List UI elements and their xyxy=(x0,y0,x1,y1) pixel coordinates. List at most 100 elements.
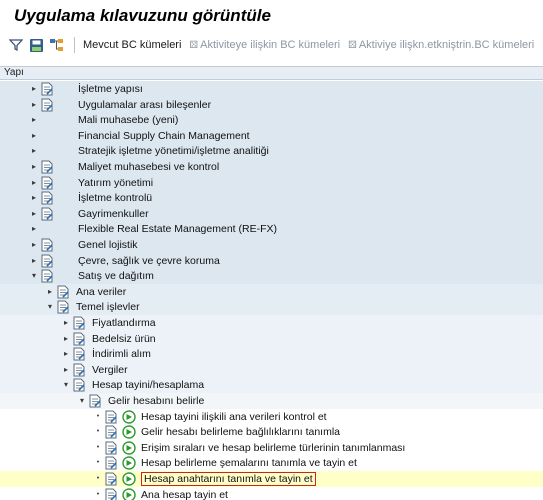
execute-activity-icon[interactable] xyxy=(122,441,136,455)
collapse-arrow-icon[interactable]: ▾ xyxy=(62,379,70,390)
collapse-arrow-icon[interactable]: ▾ xyxy=(30,270,38,281)
tree-row[interactable]: ▸ Gayrimenkuller xyxy=(0,205,543,222)
tree-row[interactable]: ▸ Genel lojistik xyxy=(0,237,543,253)
expand-arrow-icon[interactable]: ▸ xyxy=(30,130,38,141)
documentation-icon[interactable] xyxy=(88,394,102,408)
tree-row[interactable]: ▸ Uygulamalar arası bileşenler xyxy=(0,96,543,113)
expand-arrow-icon[interactable]: ▸ xyxy=(30,114,38,125)
tree-node-label[interactable]: Fiyatlandırma xyxy=(92,316,156,330)
tree-node-label[interactable]: Satış ve dağıtım xyxy=(78,269,154,283)
expand-arrow-icon[interactable]: ▸ xyxy=(30,239,38,250)
documentation-icon[interactable] xyxy=(40,238,54,252)
tree-row[interactable]: ▸ Ana veriler xyxy=(0,283,543,300)
documentation-icon[interactable] xyxy=(40,98,54,112)
tree-node-label[interactable]: Vergiler xyxy=(92,363,128,377)
tree-row[interactable]: • Hesap anahtarını tanımla ve tayin et xyxy=(0,471,543,487)
documentation-icon[interactable] xyxy=(56,285,70,299)
expand-arrow-icon[interactable]: ▸ xyxy=(30,255,38,266)
tree-node-label[interactable]: Hesap tayini ilişkili ana verileri kontr… xyxy=(141,410,327,424)
execute-activity-icon[interactable] xyxy=(122,472,136,486)
tree-node-label[interactable]: Financial Supply Chain Management xyxy=(78,129,250,143)
documentation-icon[interactable] xyxy=(40,269,54,283)
execute-activity-icon[interactable] xyxy=(122,425,136,439)
tree-row[interactable]: ▾ Temel işlevler xyxy=(0,299,543,315)
tree-row[interactable]: ▾ Hesap tayini/hesaplama xyxy=(0,377,543,393)
tree-node-label[interactable]: İşletme yapısı xyxy=(78,82,143,96)
execute-activity-icon[interactable] xyxy=(122,487,136,500)
tree-node-label[interactable]: Erişim sıraları ve hesap belirleme türle… xyxy=(141,441,405,455)
collapse-arrow-icon[interactable]: ▾ xyxy=(46,301,54,312)
expand-arrow-icon[interactable]: ▸ xyxy=(30,145,38,156)
documentation-icon[interactable] xyxy=(40,207,54,221)
tree-row[interactable]: • Erişim sıraları ve hesap belirleme türl… xyxy=(0,439,543,456)
expand-arrow-icon[interactable]: ▸ xyxy=(62,317,70,328)
documentation-icon[interactable] xyxy=(40,160,54,174)
documentation-icon[interactable] xyxy=(72,332,86,346)
tree-node-label[interactable]: Uygulamalar arası bileşenler xyxy=(78,98,211,112)
documentation-icon[interactable] xyxy=(104,441,118,455)
documentation-icon[interactable] xyxy=(56,300,70,314)
expand-arrow-icon[interactable]: ▸ xyxy=(30,208,38,219)
tree-row[interactable]: ▸ Flexible Real Estate Management (RE-FX) xyxy=(0,221,543,237)
tree-node-label[interactable]: Çevre, sağlık ve çevre koruma xyxy=(78,254,220,268)
tree-row[interactable]: ▸ İndirimli alım xyxy=(0,346,543,362)
expand-arrow-icon[interactable]: ▸ xyxy=(46,286,54,297)
expand-arrow-icon[interactable]: ▸ xyxy=(62,333,70,344)
tree-row[interactable]: ▸ Çevre, sağlık ve çevre koruma xyxy=(0,252,543,269)
execute-activity-icon[interactable] xyxy=(122,409,136,424)
tree-node-label[interactable]: İşletme kontrolü xyxy=(78,191,152,205)
tree-node-label[interactable]: Bedelsiz ürün xyxy=(92,332,156,346)
tree-node-label[interactable]: Yatırım yönetimi xyxy=(78,176,153,190)
tree-node-label[interactable]: Temel işlevler xyxy=(76,300,140,314)
tree-node-label[interactable]: Genel lojistik xyxy=(78,238,138,252)
tree-node-label[interactable]: Hesap tayini/hesaplama xyxy=(92,378,204,392)
documentation-icon[interactable] xyxy=(104,488,118,500)
expand-arrow-icon[interactable]: ▸ xyxy=(30,192,38,203)
documentation-icon[interactable] xyxy=(72,316,86,330)
expand-arrow-icon[interactable]: ▸ xyxy=(30,83,38,94)
tree-row[interactable]: • Ana hesap tayin et xyxy=(0,486,543,500)
tree-row[interactable]: ▸ Yatırım yönetimi xyxy=(0,174,543,191)
tree-node-label[interactable]: Ana veriler xyxy=(76,285,126,299)
documentation-icon[interactable] xyxy=(72,363,86,377)
activity-bc-sets-button[interactable]: ⚄ Aktiviteye ilişkin BC kümeleri xyxy=(189,39,340,51)
documentation-icon[interactable] xyxy=(104,472,118,486)
tree-row[interactable]: ▸ İşletme yapısı xyxy=(0,81,543,97)
expand-arrow-icon[interactable]: ▸ xyxy=(30,99,38,110)
filter-icon[interactable] xyxy=(8,37,24,53)
documentation-icon[interactable] xyxy=(72,347,86,361)
tree-node-label[interactable]: Mali muhasebe (yeni) xyxy=(78,113,178,127)
tree-node-label[interactable]: Hesap belirleme şemalarını tanımla ve ta… xyxy=(141,456,357,470)
tree-node-label[interactable]: Maliyet muhasebesi ve kontrol xyxy=(78,160,219,174)
collapse-arrow-icon[interactable]: ▾ xyxy=(78,395,86,406)
documentation-icon[interactable] xyxy=(72,378,86,392)
tree-row[interactable]: ▸ Mali muhasebe (yeni) xyxy=(0,112,543,128)
expand-arrow-icon[interactable]: ▸ xyxy=(30,161,38,172)
tree-row[interactable]: ▾ Satış ve dağıtım xyxy=(0,268,543,284)
documentation-icon[interactable] xyxy=(104,456,118,470)
tree-node-label[interactable]: Gelir hesabı belirleme bağlılıklarını ta… xyxy=(141,425,340,439)
activity-link-bc-sets-button[interactable]: ⚄ Aktiviye ilişkn.etkniştrin.BC kümeleri xyxy=(348,39,534,51)
tree-row[interactable]: ▸ Vergiler xyxy=(0,361,543,378)
expand-arrow-icon[interactable]: ▸ xyxy=(62,348,70,359)
tree-row[interactable]: ▸ Maliyet muhasebesi ve kontrol xyxy=(0,159,543,175)
tree-node-label[interactable]: Gayrimenkuller xyxy=(78,207,149,221)
tree-node-label[interactable]: Hesap anahtarını tanımla ve tayin et xyxy=(141,472,316,486)
tree-row[interactable]: • Hesap belirleme şemalarını tanımla ve t… xyxy=(0,455,543,471)
tree-node-label[interactable]: İndirimli alım xyxy=(92,347,151,361)
documentation-icon[interactable] xyxy=(40,254,54,268)
expand-arrow-icon[interactable]: ▸ xyxy=(62,364,70,375)
tree-node-label[interactable]: Flexible Real Estate Management (RE-FX) xyxy=(78,222,277,236)
tree-node-label[interactable]: Stratejik işletme yönetimi/işletme anali… xyxy=(78,144,269,158)
tree-structure-icon[interactable] xyxy=(48,37,64,53)
tree-row[interactable]: ▾ Gelir hesabını belirle xyxy=(0,393,543,409)
expand-arrow-icon[interactable]: ▸ xyxy=(30,223,38,234)
save-variant-icon[interactable] xyxy=(28,37,44,53)
documentation-icon[interactable] xyxy=(104,425,118,439)
documentation-icon[interactable] xyxy=(104,410,118,424)
tree-node-label[interactable]: Ana hesap tayin et xyxy=(141,488,228,500)
tree-row[interactable]: ▸ Bedelsiz ürün xyxy=(0,330,543,347)
tree-row[interactable]: ▸ Financial Supply Chain Management xyxy=(0,127,543,144)
tree-row[interactable]: ▸ Stratejik işletme yönetimi/işletme anal… xyxy=(0,143,543,159)
tree-row[interactable]: ▸ Fiyatlandırma xyxy=(0,315,543,331)
